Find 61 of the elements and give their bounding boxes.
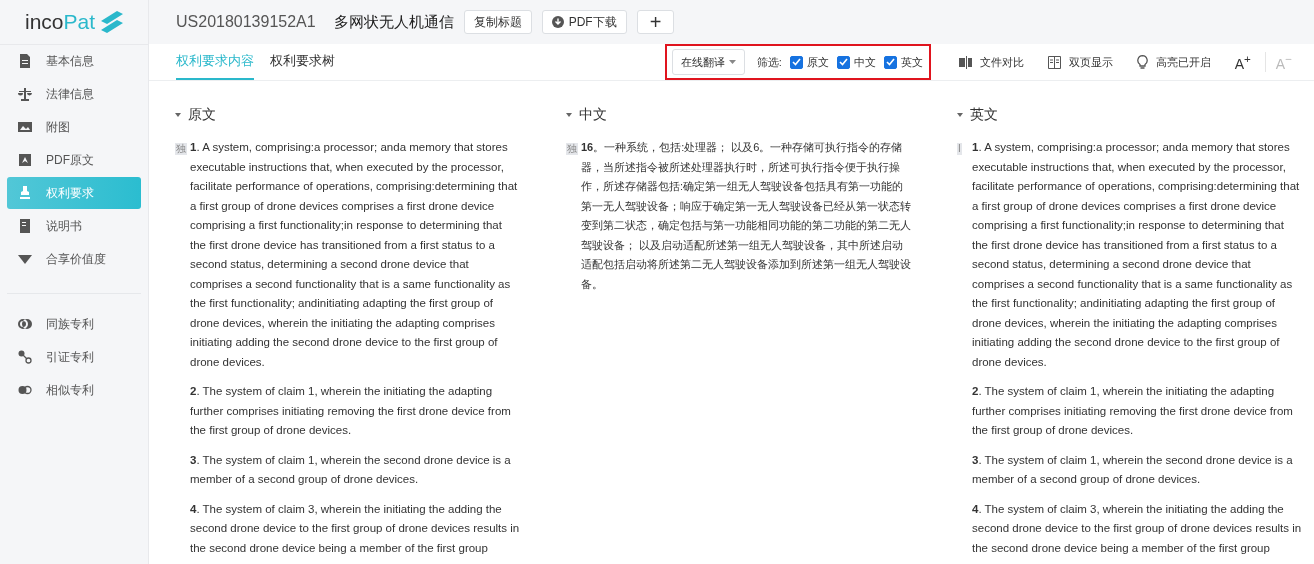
toggle-icon	[18, 383, 32, 397]
claim-text: 2. The system of claim 1, wherein the initiating the adapting further comprises initiating removing the first drone device from the first group of drone devices.	[190, 384, 512, 438]
translate-dropdown[interactable]: 在线翻译	[671, 49, 745, 75]
sidebar-item[interactable]: 附图	[7, 111, 141, 143]
add-button[interactable]: +	[636, 10, 675, 34]
diamond-icon	[18, 252, 32, 266]
stamp-icon	[18, 186, 32, 200]
column-heading: 中文	[579, 106, 607, 124]
claim-text: 16。一种系统，包括:处理器； 以及6。一种存储可执行指令的存储器，当所述指令被所述处理器执行时，所述可执行指令便于执行操作，所述存储器包括:确定第一组无人驾驶设备包括具有第一功能的第一无人驾驶设备；响应于确定第一无人驾驶设备已经从第一状态转变到第二状态，确定包括与第一功能相同功能的第二功能的第二无人驾驶设备； 以及启动适配所述第一组无人驾驶设备，其中所述启动适配包括启动将所述第二无人驾驶设备添加到所述第一组无人驾驶设备。	[581, 140, 911, 292]
column-heading: 英文	[970, 106, 998, 124]
bulb-icon	[1136, 55, 1148, 69]
independent-claim-tag: 独	[566, 143, 578, 155]
checkbox[interactable]	[883, 55, 897, 69]
sidebar-item[interactable]: 基本信息	[7, 45, 141, 77]
double-page-button[interactable]: 双页显示	[1037, 54, 1123, 70]
pdf-download-button[interactable]: PDF下载	[541, 10, 627, 34]
highlight-button[interactable]: 高亮已开启	[1126, 54, 1221, 70]
sidebar-item[interactable]: 说明书	[7, 210, 141, 242]
claim-text: 1. A system, comprising:a processor; anda memory that stores executable instructions that, when executed by the processor, facilitate performance of operations, comprising:determining that a first group of drone devices comprises a first drone device comprising a first functionality;in response to determining that the first drone device has transitioned from a first status to a second status, determining a second drone device that comprises a second functionality that is a same functionality as the first functionality; andinitiating adapting the first group of drone devices, wherein the initiating the adapting comprises initiating adding the second drone device to the first group of drone devices.	[972, 140, 1301, 370]
caret-down-icon[interactable]	[957, 112, 963, 118]
scale-icon	[18, 87, 32, 101]
column-heading: 原文	[188, 106, 216, 124]
compare-icon	[958, 55, 972, 69]
document-icon	[18, 54, 32, 68]
sidebar-item[interactable]: 相似专利	[7, 374, 141, 406]
caret-icon	[728, 60, 736, 64]
sidebar-item[interactable]: 法律信息	[7, 78, 141, 110]
filter-label: 筛选:	[756, 54, 782, 70]
patent-title: 多网状无人机通信	[333, 12, 454, 32]
tab[interactable]: 权利要求树	[270, 44, 335, 80]
claim-text: 2. The system of claim 1, wherein the initiating the adapting further comprises initiating removing the first drone device from the first group of drone devices.	[972, 384, 1294, 438]
font-size-button[interactable]: A$^{+}$	[1224, 52, 1261, 72]
checkbox[interactable]	[836, 55, 850, 69]
rings-icon	[18, 317, 32, 331]
pdf-icon	[18, 153, 32, 167]
patent-number: US20180139152A1	[176, 13, 316, 31]
book-pages-icon	[1047, 55, 1061, 69]
claim-text: 3. The system of claim 1, wherein the second drone device is a member of a second group of drone devices.	[190, 452, 512, 487]
claim-text: 4. The system of claim 3, wherein the initiating the adding the second drone device to the first group of drone devices results in the second drone device being a member of the first group	[190, 501, 520, 556]
sidebar-item[interactable]: 同族专利	[7, 308, 141, 340]
independent-claim-tag: I	[957, 143, 962, 155]
claim-text: 4. The system of claim 3, wherein the initiating the adding the second drone device to the first group of drone devices results in the second drone device being a member of the first group	[972, 501, 1302, 556]
book-icon	[18, 219, 32, 233]
copy-title-button[interactable]: 复制标题	[463, 10, 532, 34]
filter-checkbox[interactable]: 英文	[883, 54, 923, 70]
caret-down-icon[interactable]	[175, 112, 181, 118]
sidebar-item[interactable]: 引证专利	[7, 341, 141, 373]
sidebar-item[interactable]: 合享价值度	[7, 243, 141, 275]
filter-checkbox[interactable]: 中文	[836, 54, 876, 70]
checkbox[interactable]	[789, 55, 803, 69]
claim-text: 3. The system of claim 1, wherein the second drone device is a member of a second group of drone devices.	[972, 452, 1294, 487]
compare-button[interactable]: 文件对比	[948, 54, 1034, 70]
independent-claim-tag: 独	[175, 143, 187, 155]
logo-text: incoPat	[24, 10, 96, 34]
image-icon	[18, 120, 32, 134]
sidebar-item[interactable]: PDF原文	[7, 144, 141, 176]
download-icon	[551, 16, 564, 28]
nodes-icon	[18, 350, 32, 364]
filter-checkbox[interactable]: 原文	[789, 54, 829, 70]
claim-text: 1. A system, comprising:a processor; anda memory that stores executable instructions that, when executed by the processor, facilitate performance of operations, comprising:determining that a first group of drone devices comprises a first drone device comprising a first functionality;in response to determining that the first drone device has transitioned from a first status to a second status, determining a second drone device that comprises a second functionality that is a same functionality as the first functionality; andinitiating adapting the first group of drone devices, wherein the initiating the adapting comprises initiating adding the second drone device to the first group of drone devices.	[190, 140, 519, 370]
caret-down-icon[interactable]	[566, 112, 572, 118]
